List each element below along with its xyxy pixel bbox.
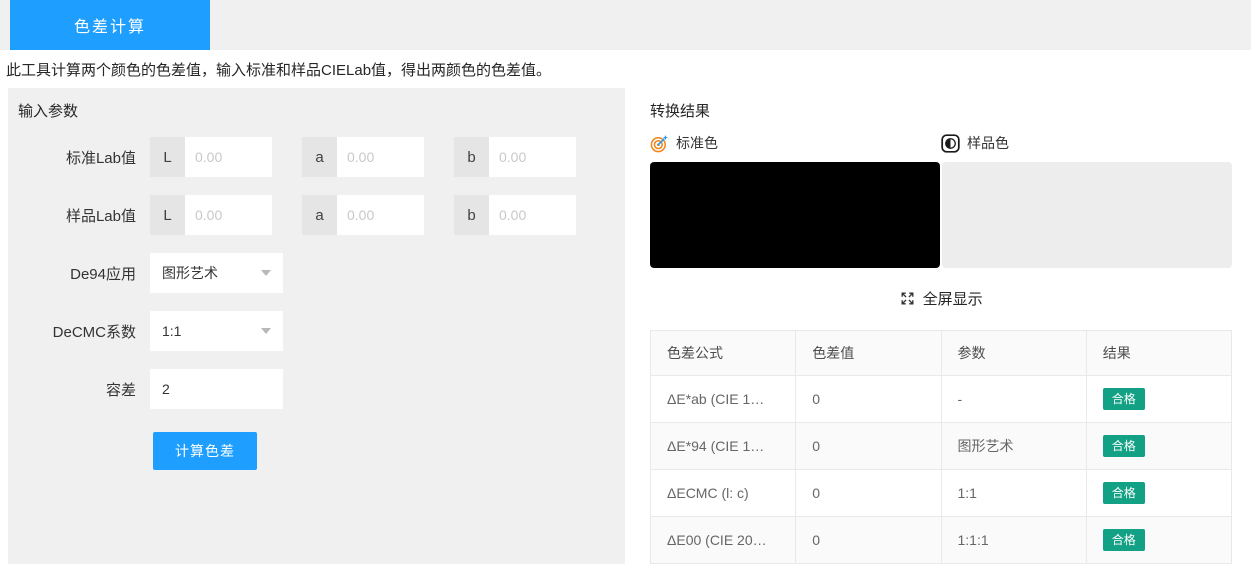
sample-a-group: a	[302, 195, 424, 235]
standard-b-group: b	[454, 137, 576, 177]
value-cell: 0	[796, 517, 941, 564]
result-cell: 合格	[1086, 517, 1231, 564]
standard-lab-row: 标准Lab值 L a b	[18, 137, 625, 177]
swatches-row	[650, 162, 1232, 268]
target-icon	[650, 134, 669, 153]
main-area: 输入参数 标准Lab值 L a b 样品Lab值 L a	[0, 88, 1251, 564]
standard-b-input[interactable]	[489, 137, 576, 177]
input-panel-title: 输入参数	[18, 100, 625, 121]
calculate-button[interactable]: 计算色差	[153, 432, 257, 470]
de94-select[interactable]: 图形艺术	[150, 253, 283, 293]
tolerance-row: 容差	[18, 369, 625, 409]
result-panel-title: 转换结果	[650, 100, 1232, 121]
formula-cell: ΔE*94 (CIE 1…	[651, 423, 796, 470]
result-table: 色差公式 色差值 参数 结果 ΔE*ab (CIE 1… 0 - 合格 ΔE*9…	[650, 330, 1232, 564]
decmc-row: DeCMC系数 1:1	[18, 311, 625, 351]
pass-badge: 合格	[1103, 435, 1145, 457]
value-cell: 0	[796, 423, 941, 470]
formula-cell: ΔE00 (CIE 20…	[651, 517, 796, 564]
lab-prefix-l: L	[150, 137, 185, 177]
fullscreen-label: 全屏显示	[923, 291, 983, 308]
standard-a-group: a	[302, 137, 424, 177]
param-cell: 1:1	[941, 470, 1086, 517]
fullscreen-expand-icon	[899, 290, 916, 307]
sample-a-input[interactable]	[337, 195, 424, 235]
col-value: 色差值	[796, 331, 941, 376]
pass-badge: 合格	[1103, 482, 1145, 504]
lab-prefix-a: a	[302, 137, 337, 177]
fullscreen-button[interactable]: 全屏显示	[650, 288, 1232, 309]
standard-l-group: L	[150, 137, 272, 177]
swatch-labels-row: 标准色 样品色	[650, 133, 1232, 153]
result-cell: 合格	[1086, 423, 1231, 470]
de94-row: De94应用 图形艺术	[18, 253, 625, 293]
standard-color-label: 标准色	[676, 133, 718, 153]
tab-bar: 色差计算	[0, 0, 1251, 50]
input-panel: 输入参数 标准Lab值 L a b 样品Lab值 L a	[8, 88, 625, 564]
sample-color-label: 样品色	[967, 133, 1009, 153]
formula-cell: ΔE*ab (CIE 1…	[651, 376, 796, 423]
param-cell: 1:1:1	[941, 517, 1086, 564]
de94-selected-value: 图形艺术	[162, 263, 261, 283]
sample-lab-label: 样品Lab值	[18, 205, 150, 226]
decmc-selected-value: 1:1	[162, 323, 261, 339]
button-row: 计算色差	[18, 432, 625, 470]
formula-cell: ΔECMC (l: c)	[651, 470, 796, 517]
table-header-row: 色差公式 色差值 参数 结果	[651, 331, 1232, 376]
col-param: 参数	[941, 331, 1086, 376]
sample-color-label-group: 样品色	[941, 133, 1232, 153]
tolerance-input[interactable]	[150, 369, 283, 409]
sample-l-input[interactable]	[185, 195, 272, 235]
lab-prefix-a: a	[302, 195, 337, 235]
table-row: ΔECMC (l: c) 0 1:1 合格	[651, 470, 1232, 517]
table-row: ΔE*ab (CIE 1… 0 - 合格	[651, 376, 1232, 423]
standard-l-input[interactable]	[185, 137, 272, 177]
standard-lab-label: 标准Lab值	[18, 147, 150, 168]
lab-prefix-l: L	[150, 195, 185, 235]
pass-badge: 合格	[1103, 529, 1145, 551]
standard-color-label-group: 标准色	[650, 133, 941, 153]
page-description: 此工具计算两个颜色的色差值，输入标准和样品CIELab值，得出两颜色的色差值。	[0, 50, 1251, 88]
sample-l-group: L	[150, 195, 272, 235]
value-cell: 0	[796, 470, 941, 517]
param-cell: 图形艺术	[941, 423, 1086, 470]
chevron-down-icon	[261, 270, 271, 276]
lab-prefix-b: b	[454, 137, 489, 177]
table-row: ΔE00 (CIE 20… 0 1:1:1 合格	[651, 517, 1232, 564]
sample-b-group: b	[454, 195, 576, 235]
tab-color-difference[interactable]: 色差计算	[10, 0, 210, 50]
pass-badge: 合格	[1103, 388, 1145, 410]
sample-b-input[interactable]	[489, 195, 576, 235]
sample-lab-row: 样品Lab值 L a b	[18, 195, 625, 235]
contrast-icon	[941, 134, 960, 153]
value-cell: 0	[796, 376, 941, 423]
lab-prefix-b: b	[454, 195, 489, 235]
param-cell: -	[941, 376, 1086, 423]
sample-color-swatch	[942, 162, 1232, 268]
decmc-select[interactable]: 1:1	[150, 311, 283, 351]
chevron-down-icon	[261, 328, 271, 334]
tab-label: 色差计算	[74, 13, 146, 37]
decmc-label: DeCMC系数	[18, 321, 150, 342]
table-row: ΔE*94 (CIE 1… 0 图形艺术 合格	[651, 423, 1232, 470]
result-panel: 转换结果 标准色 样品色	[650, 88, 1251, 564]
col-result: 结果	[1086, 331, 1231, 376]
standard-color-swatch	[650, 162, 940, 268]
result-cell: 合格	[1086, 470, 1231, 517]
tolerance-label: 容差	[18, 379, 150, 400]
de94-label: De94应用	[18, 263, 150, 284]
standard-a-input[interactable]	[337, 137, 424, 177]
col-formula: 色差公式	[651, 331, 796, 376]
result-cell: 合格	[1086, 376, 1231, 423]
